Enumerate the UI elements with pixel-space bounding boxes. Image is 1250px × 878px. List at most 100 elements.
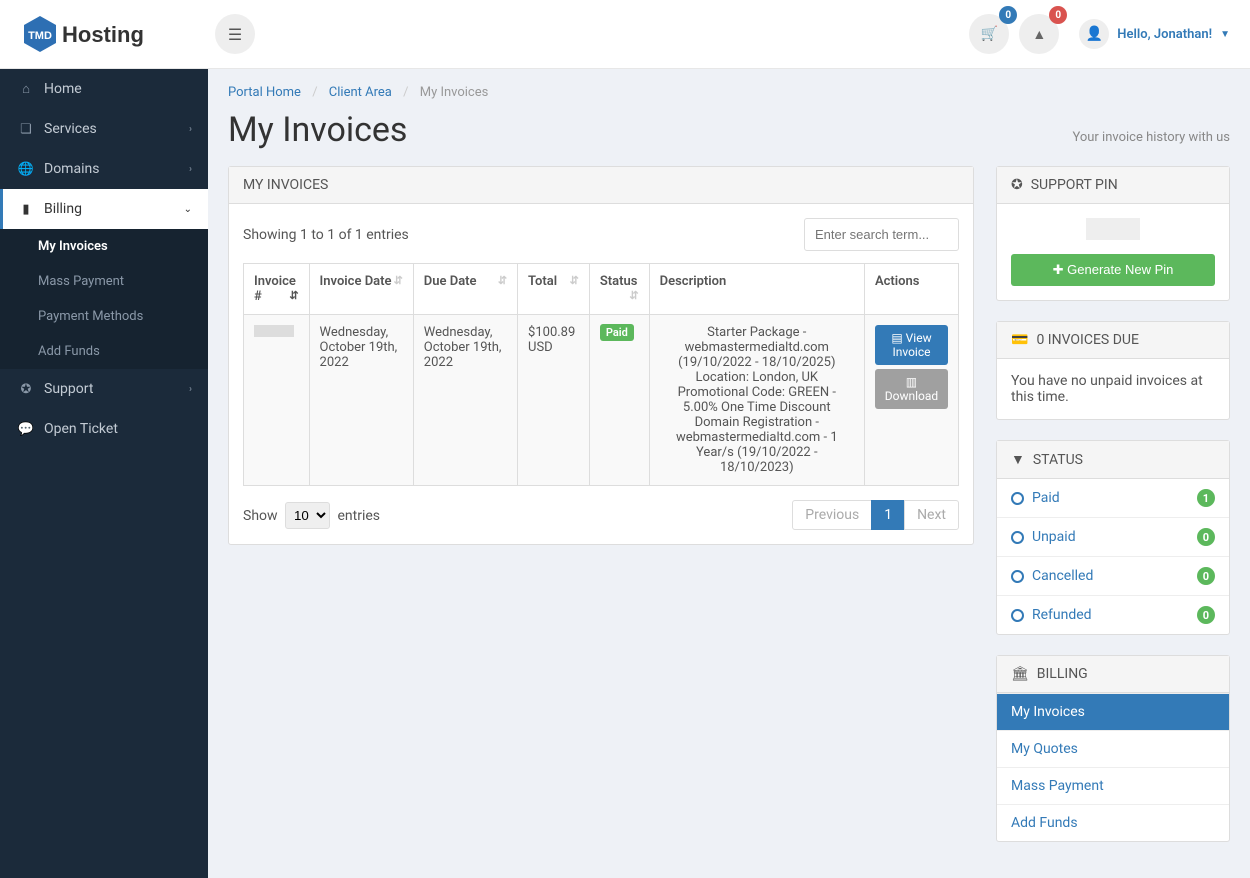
- user-menu[interactable]: 👤 Hello, Jonathan! ▼: [1079, 19, 1230, 49]
- breadcrumb: Portal Home / Client Area / My Invoices: [228, 85, 1230, 100]
- sidebar-item-domains[interactable]: 🌐 Domains ›: [0, 149, 208, 189]
- generate-pin-button[interactable]: ✚ Generate New Pin: [1011, 254, 1215, 286]
- cell-due-date: Wednesday, October 19th, 2022: [413, 315, 517, 486]
- cart-icon: 🛒: [981, 26, 998, 42]
- col-actions: Actions: [864, 264, 958, 315]
- status-filter-panel: ▼STATUS Paid1 Unpaid0 Cancelled0 Refunde…: [996, 440, 1230, 635]
- pagination-page-1[interactable]: 1: [871, 500, 905, 530]
- billing-menu-add-funds[interactable]: Add Funds: [997, 804, 1229, 841]
- topbar: TMD Hosting ☰ 🛒 0 ▲ 0 👤 Hello, Jonathan!…: [0, 0, 1250, 69]
- circle-icon: [1011, 609, 1024, 622]
- billing-menu-my-invoices[interactable]: My Invoices: [997, 693, 1229, 730]
- search-input[interactable]: [804, 218, 959, 251]
- sidebar-sub-my-invoices[interactable]: My Invoices: [0, 229, 208, 264]
- showing-entries-text: Showing 1 to 1 of 1 entries: [243, 227, 409, 243]
- cart-badge: 0: [999, 6, 1017, 24]
- col-invoice-num[interactable]: Invoice #⇵: [244, 264, 310, 315]
- sidebar-item-label: Home: [44, 81, 82, 97]
- badge-icon: ✪: [1011, 177, 1023, 193]
- sidebar-item-label: Domains: [44, 161, 99, 177]
- cart-button[interactable]: 🛒 0: [969, 14, 1009, 54]
- chevron-right-icon: ›: [189, 124, 192, 135]
- status-filter-unpaid[interactable]: Unpaid0: [997, 517, 1229, 556]
- sidebar-item-support[interactable]: ✪ Support ›: [0, 369, 208, 409]
- download-button[interactable]: ▥ Download: [875, 369, 948, 409]
- lifebuoy-icon: ✪: [16, 382, 36, 397]
- status-filter-cancelled[interactable]: Cancelled0: [997, 556, 1229, 595]
- cell-invoice-num: [244, 315, 310, 486]
- breadcrumb-client-area[interactable]: Client Area: [329, 85, 392, 100]
- home-icon: ⌂: [16, 81, 36, 97]
- circle-icon: [1011, 531, 1024, 544]
- due-text: You have no unpaid invoices at this time…: [1011, 373, 1203, 405]
- sidebar-item-label: Support: [44, 381, 93, 397]
- sidebar-item-label: Billing: [44, 201, 82, 217]
- sidebar-sub-add-funds[interactable]: Add Funds: [0, 334, 208, 369]
- status-badge: Paid: [600, 324, 634, 341]
- support-pin-panel: ✪SUPPORT PIN ✚ Generate New Pin: [996, 166, 1230, 301]
- sort-icon: ⇵: [570, 274, 579, 287]
- sidebar-item-home[interactable]: ⌂ Home: [0, 69, 208, 109]
- col-status[interactable]: Status⇵: [589, 264, 649, 315]
- redacted-value: [254, 325, 294, 337]
- sidebar-billing-submenu: My Invoices Mass Payment Payment Methods…: [0, 229, 208, 369]
- entries-select[interactable]: 10: [285, 502, 330, 529]
- status-filter-refunded[interactable]: Refunded0: [997, 595, 1229, 634]
- warning-icon: ▲: [1032, 26, 1046, 43]
- chevron-right-icon: ›: [189, 384, 192, 395]
- circle-icon: [1011, 492, 1024, 505]
- notif-badge: 0: [1049, 6, 1067, 24]
- billing-menu-mass-payment[interactable]: Mass Payment: [997, 767, 1229, 804]
- menu-toggle-button[interactable]: ☰: [215, 14, 255, 54]
- svg-text:Hosting: Hosting: [62, 22, 144, 47]
- invoices-panel: MY INVOICES Showing 1 to 1 of 1 entries …: [228, 166, 974, 545]
- cell-status: Paid: [589, 315, 649, 486]
- invoices-panel-header: MY INVOICES: [229, 167, 973, 204]
- file-icon: ▮: [16, 202, 36, 217]
- count-badge: 0: [1197, 567, 1215, 585]
- sort-icon: ⇵: [498, 274, 507, 287]
- count-badge: 0: [1197, 606, 1215, 624]
- invoices-table: Invoice #⇵ Invoice Date⇵ Due Date⇵ Total…: [243, 263, 959, 486]
- card-icon: 💳: [1011, 332, 1028, 348]
- notifications-button[interactable]: ▲ 0: [1019, 14, 1059, 54]
- page-subtitle: Your invoice history with us: [1072, 130, 1230, 145]
- filter-icon: ▼: [1011, 451, 1025, 468]
- sidebar-item-billing[interactable]: ▮ Billing ⌄: [0, 189, 208, 229]
- sort-icon: ⇵: [629, 289, 638, 302]
- breadcrumb-portal-home[interactable]: Portal Home: [228, 85, 301, 100]
- col-invoice-date[interactable]: Invoice Date⇵: [309, 264, 413, 315]
- breadcrumb-current: My Invoices: [420, 85, 489, 100]
- table-row: Wednesday, October 19th, 2022 Wednesday,…: [244, 315, 959, 486]
- caret-down-icon: ▼: [1220, 29, 1230, 40]
- sidebar-sub-mass-payment[interactable]: Mass Payment: [0, 264, 208, 299]
- globe-icon: 🌐: [16, 162, 36, 177]
- pagination-prev[interactable]: Previous: [792, 500, 872, 530]
- sidebar-item-services[interactable]: ❏ Services ›: [0, 109, 208, 149]
- pagination: Previous 1 Next: [793, 500, 959, 530]
- billing-menu-my-quotes[interactable]: My Quotes: [997, 730, 1229, 767]
- status-filter-paid[interactable]: Paid1: [997, 479, 1229, 517]
- cell-invoice-date: Wednesday, October 19th, 2022: [309, 315, 413, 486]
- plus-icon: ✚: [1053, 262, 1064, 277]
- comment-icon: 💬: [16, 422, 36, 437]
- chevron-right-icon: ›: [189, 164, 192, 175]
- pagination-next[interactable]: Next: [904, 500, 959, 530]
- col-due-date[interactable]: Due Date⇵: [413, 264, 517, 315]
- sidebar-item-open-ticket[interactable]: 💬 Open Ticket: [0, 409, 208, 449]
- page-title: My Invoices: [228, 110, 407, 150]
- count-badge: 0: [1197, 528, 1215, 546]
- cell-total: $100.89 USD: [518, 315, 590, 486]
- svg-text:TMD: TMD: [28, 30, 52, 42]
- user-icon: 👤: [1079, 19, 1109, 49]
- file-icon: ▤: [891, 331, 902, 345]
- billing-menu-panel: 🏛BILLING My Invoices My Quotes Mass Paym…: [996, 655, 1230, 842]
- cube-icon: ❏: [16, 122, 36, 137]
- sidebar-sub-payment-methods[interactable]: Payment Methods: [0, 299, 208, 334]
- download-icon: ▥: [906, 375, 917, 389]
- view-invoice-button[interactable]: ▤ View Invoice: [875, 325, 948, 365]
- col-total[interactable]: Total⇵: [518, 264, 590, 315]
- sort-icon: ⇵: [394, 274, 403, 287]
- cell-actions: ▤ View Invoice ▥ Download: [864, 315, 958, 486]
- logo[interactable]: TMD Hosting: [20, 14, 175, 54]
